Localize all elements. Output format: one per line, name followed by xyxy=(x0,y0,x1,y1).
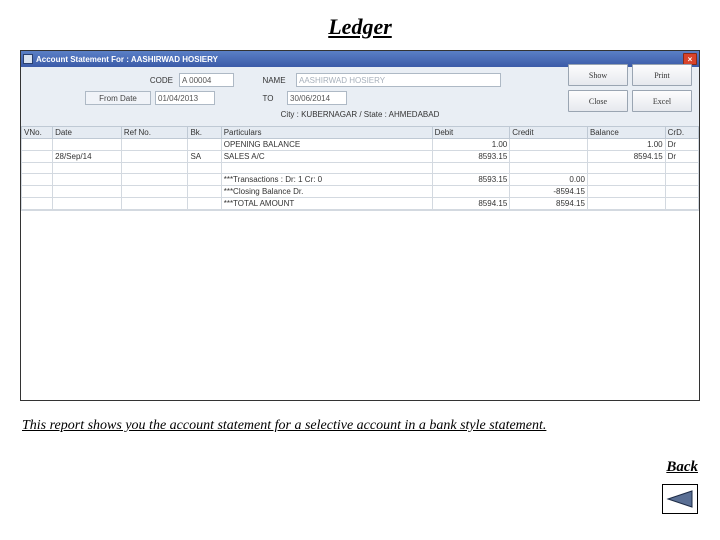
cell xyxy=(665,186,698,198)
cell xyxy=(587,174,665,186)
cell xyxy=(432,186,510,198)
table-row[interactable]: OPENING BALANCE1.001.00Dr xyxy=(22,139,699,151)
cell xyxy=(432,163,510,174)
cell xyxy=(221,163,432,174)
cell: ***Transactions : Dr: 1 Cr: 0 xyxy=(221,174,432,186)
col-balance[interactable]: Balance xyxy=(587,127,665,139)
cell xyxy=(121,198,188,210)
table-row[interactable]: 28/Sep/14 SASALES A/C8593.15 8594.15Dr xyxy=(22,151,699,163)
cell xyxy=(22,186,53,198)
col-credit[interactable]: Credit xyxy=(510,127,588,139)
col-crdr[interactable]: CrD. xyxy=(665,127,698,139)
cell xyxy=(188,198,221,210)
cell: ***Closing Balance Dr. xyxy=(221,186,432,198)
to-date-field[interactable]: 30/06/2014 xyxy=(287,91,347,105)
excel-button[interactable]: Excel xyxy=(632,90,692,112)
code-field[interactable]: A 00004 xyxy=(179,73,234,87)
cell xyxy=(121,151,188,163)
from-date-field[interactable]: 01/04/2013 xyxy=(155,91,215,105)
page-title: Ledger xyxy=(0,0,720,40)
cell xyxy=(53,174,122,186)
back-link[interactable]: Back xyxy=(666,459,698,476)
col-date[interactable]: Date xyxy=(53,127,122,139)
cell xyxy=(587,198,665,210)
col-ref[interactable]: Ref No. xyxy=(121,127,188,139)
cell xyxy=(188,186,221,198)
cell xyxy=(22,151,53,163)
cell: 28/Sep/14 xyxy=(53,151,122,163)
cell: Dr xyxy=(665,151,698,163)
name-field[interactable]: AASHIRWAD HOSIERY xyxy=(296,73,501,87)
action-button-group: Show Print Close Excel xyxy=(568,64,692,112)
table-row[interactable]: ***Transactions : Dr: 1 Cr: 08593.150.00 xyxy=(22,174,699,186)
table-row[interactable]: ***Closing Balance Dr. -8594.15 xyxy=(22,186,699,198)
col-debit[interactable]: Debit xyxy=(432,127,510,139)
cell xyxy=(53,139,122,151)
cell xyxy=(121,186,188,198)
table-header-row: VNo. Date Ref No. Bk. Particulars Debit … xyxy=(22,127,699,139)
name-label: NAME xyxy=(256,76,292,85)
cell xyxy=(22,163,53,174)
app-icon xyxy=(23,54,33,64)
col-no[interactable]: VNo. xyxy=(22,127,53,139)
cell xyxy=(121,139,188,151)
cell: 1.00 xyxy=(432,139,510,151)
table-row[interactable] xyxy=(22,163,699,174)
cell xyxy=(587,163,665,174)
cell xyxy=(665,163,698,174)
empty-grid-area xyxy=(21,210,699,400)
cell xyxy=(665,198,698,210)
cell: 8593.15 xyxy=(432,174,510,186)
cell xyxy=(53,198,122,210)
cell: Dr xyxy=(665,139,698,151)
cell xyxy=(188,163,221,174)
cell xyxy=(188,139,221,151)
from-date-button[interactable]: From Date xyxy=(85,91,151,105)
cell xyxy=(53,163,122,174)
window-title: Account Statement For : AASHIRWAD HOSIER… xyxy=(36,55,218,64)
cell xyxy=(510,163,588,174)
cell: SALES A/C xyxy=(221,151,432,163)
cell: 0.00 xyxy=(510,174,588,186)
cell: 1.00 xyxy=(587,139,665,151)
cell xyxy=(22,198,53,210)
cell xyxy=(510,151,588,163)
back-arrow-icon[interactable] xyxy=(662,484,698,514)
code-label: CODE xyxy=(120,76,175,85)
cell: 8594.15 xyxy=(587,151,665,163)
cell xyxy=(121,174,188,186)
caption-text: This report shows you the account statem… xyxy=(22,417,698,436)
col-bk[interactable]: Bk. xyxy=(188,127,221,139)
cell xyxy=(665,174,698,186)
cell: 8593.15 xyxy=(432,151,510,163)
statement-table: VNo. Date Ref No. Bk. Particulars Debit … xyxy=(21,126,699,210)
cell: -8594.15 xyxy=(510,186,588,198)
print-button[interactable]: Print xyxy=(632,64,692,86)
col-part[interactable]: Particulars xyxy=(221,127,432,139)
cell: 8594.15 xyxy=(432,198,510,210)
cell xyxy=(510,139,588,151)
cell xyxy=(587,186,665,198)
close-button[interactable]: Close xyxy=(568,90,628,112)
cell xyxy=(121,163,188,174)
table-row[interactable]: ***TOTAL AMOUNT8594.158594.15 xyxy=(22,198,699,210)
cell: 8594.15 xyxy=(510,198,588,210)
cell xyxy=(22,174,53,186)
cell: ***TOTAL AMOUNT xyxy=(221,198,432,210)
to-label: TO xyxy=(253,94,283,103)
cell: SA xyxy=(188,151,221,163)
cell xyxy=(22,139,53,151)
show-button[interactable]: Show xyxy=(568,64,628,86)
cell: OPENING BALANCE xyxy=(221,139,432,151)
cell xyxy=(53,186,122,198)
cell xyxy=(188,174,221,186)
